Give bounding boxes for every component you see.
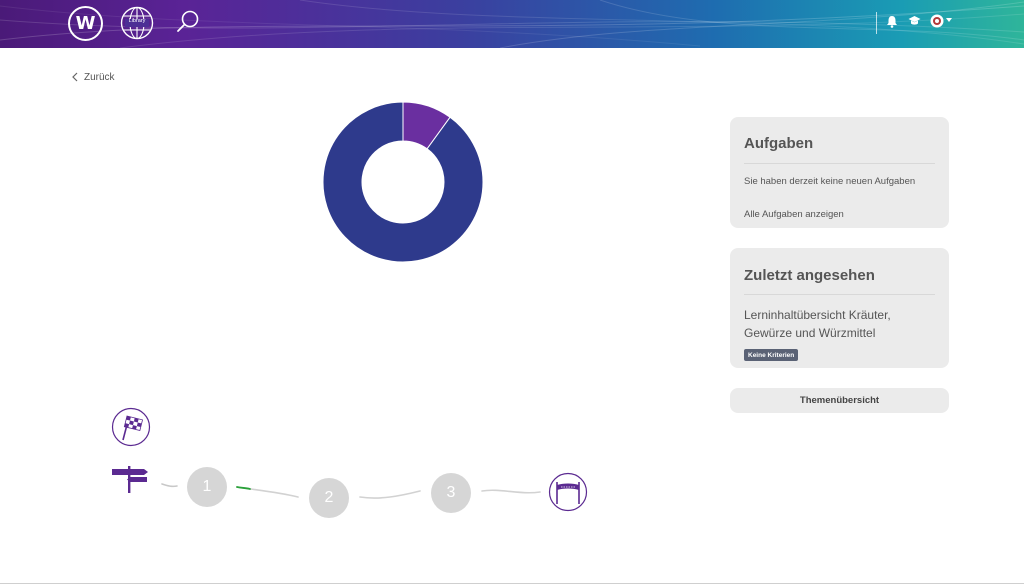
user-avatar-icon[interactable] [930, 14, 944, 28]
footer-divider [0, 583, 1024, 584]
step-number: 3 [446, 484, 456, 501]
tasks-title: Aufgaben [744, 135, 814, 152]
signpost-icon [112, 466, 148, 493]
criteria-badge: Keine Kriterien [744, 349, 799, 361]
show-all-tasks-link[interactable]: Alle Aufgaben anzeigen [744, 209, 844, 220]
divider [744, 163, 935, 164]
step-number: 2 [324, 489, 334, 506]
bell-icon[interactable] [886, 15, 898, 28]
progress-donut-chart [322, 101, 484, 263]
chevron-down-icon[interactable] [946, 18, 952, 23]
donut-slice-1 [322, 101, 484, 263]
topic-overview-button[interactable]: Themenübersicht [730, 388, 949, 413]
tasks-card: Aufgaben Sie haben derzeit keine neuen A… [730, 117, 949, 228]
flag-icon [111, 407, 151, 447]
finish-banner-icon [548, 472, 588, 512]
step-number: 1 [202, 478, 212, 495]
back-link-label: Zurück [84, 71, 115, 83]
search-icon[interactable] [176, 10, 200, 34]
back-link[interactable]: Zurück [72, 70, 115, 84]
header-divider [876, 12, 877, 34]
tasks-empty-text: Sie haben derzeit keine neuen Aufgaben [744, 176, 916, 187]
logo-icon[interactable]: W [68, 6, 103, 41]
recent-item-link[interactable]: Lerninhaltübersicht Kräuter, Gewürze und… [744, 306, 934, 342]
library-globe-icon[interactable]: Library [120, 6, 154, 40]
graduation-cap-icon[interactable] [908, 15, 921, 27]
logo-letter: W [75, 13, 96, 34]
recently-viewed-card: Zuletzt angesehen Lerninhaltübersicht Kr… [730, 248, 949, 368]
progress-step-2[interactable]: 2 [309, 478, 349, 518]
divider [744, 294, 935, 295]
chevron-left-icon [72, 72, 78, 82]
recently-viewed-title: Zuletzt angesehen [744, 267, 875, 284]
top-header: W Library [0, 0, 1024, 48]
progress-step-3[interactable]: 3 [431, 473, 471, 513]
progress-step-1[interactable]: 1 [187, 467, 227, 507]
library-label: Library [128, 18, 146, 24]
